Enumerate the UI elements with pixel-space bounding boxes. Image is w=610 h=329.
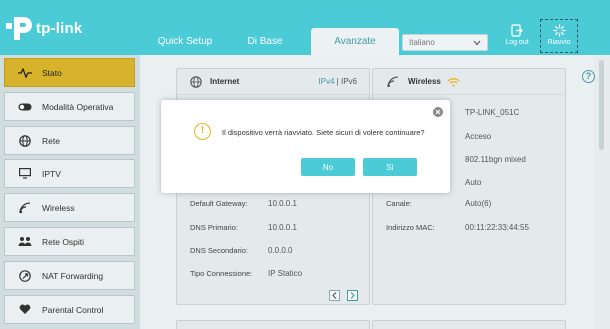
reboot-confirm-dialog: ! Il dispositivo verrà riavviato. Siete … (161, 100, 450, 193)
yes-button[interactable]: Sì (363, 158, 417, 176)
field-value: 10.0.0.1 (268, 223, 297, 232)
wifi-signal-icon (447, 77, 460, 87)
nat-icon (18, 269, 32, 283)
sidebar-item-label: Wireless (42, 202, 75, 213)
wireless-card-header: Wireless (373, 69, 565, 95)
ipv6-link[interactable]: IPv6 (341, 77, 357, 86)
warning-icon: ! (194, 123, 211, 140)
wireless-title: Wireless (408, 77, 441, 86)
sidebar-item-wireless[interactable]: Wireless (4, 193, 135, 222)
sidebar-item-modalita-operativa[interactable]: Modalità Operativa (4, 92, 135, 121)
internet-title: Internet (210, 77, 240, 86)
help-icon: ? (585, 71, 592, 81)
language-select[interactable]: Italiano (402, 34, 488, 51)
wireless-bandwidth: Auto (465, 178, 482, 187)
sidebar-item-label: IPTV (42, 168, 61, 179)
tab-quick-setup[interactable]: Quick Setup (145, 28, 225, 55)
chevron-down-icon (473, 40, 481, 45)
close-icon (435, 109, 441, 115)
wireless-mode: 802.11bgn mixed (465, 155, 526, 164)
protocol-separator: | (336, 77, 339, 86)
internet-card-header: Internet IPv4 | IPv6 (177, 69, 369, 95)
sidebar-item-label: Rete Ospiti (42, 236, 85, 247)
heart-icon (18, 303, 32, 317)
wifi-icon (18, 201, 32, 215)
sidebar-item-label: Stato (42, 67, 62, 78)
tp-link-logo-icon (6, 17, 32, 40)
sidebar-item-label: Rete (42, 135, 60, 146)
chevron-left-icon (332, 292, 337, 299)
bottom-card-left (176, 320, 370, 329)
field-label: Default Gateway: (190, 199, 248, 208)
prev-page-button[interactable] (329, 290, 340, 301)
field-value: 00:11:22:33:44:55 (465, 223, 529, 232)
help-button[interactable]: ? (582, 70, 595, 83)
wireless-status: Acceso (465, 132, 492, 141)
field-value: Auto(6) (465, 199, 492, 208)
scrollbar-thumb[interactable] (599, 60, 604, 150)
chevron-right-icon (350, 292, 355, 299)
field-value: 10.0.0.1 (268, 199, 297, 208)
brand-logo: tp-link (4, 14, 82, 42)
reboot-label: Riavvio (547, 39, 571, 46)
tab-avanzate[interactable]: Avanzate (311, 28, 399, 55)
pulse-icon (18, 66, 32, 80)
monitor-icon (18, 167, 32, 181)
sidebar-item-rete-ospiti[interactable]: Rete Ospiti (4, 227, 135, 256)
sidebar-item-nat-forwarding[interactable]: NAT Forwarding (4, 261, 135, 290)
logout-icon (511, 24, 523, 37)
globe-icon (190, 75, 202, 88)
field-label: DNS Primario: (190, 223, 238, 232)
bottom-card-right (372, 320, 566, 329)
wifi-icon (387, 76, 399, 87)
field-label: Indirizzo MAC: (386, 223, 435, 232)
logout-button[interactable]: Log out (500, 24, 534, 52)
header: tp-link Quick Setup Di Base Avanzate Ita… (0, 0, 610, 55)
ipv4-link[interactable]: IPv4 (318, 77, 334, 86)
language-selected: Italiano (409, 38, 435, 47)
sidebar-item-parental-control[interactable]: Parental Control (4, 295, 135, 324)
field-label: Tipo Connessione: (190, 269, 253, 278)
sidebar-item-rete[interactable]: Rete (4, 126, 135, 155)
next-page-button[interactable] (347, 290, 358, 301)
sidebar-item-iptv[interactable]: IPTV (4, 159, 135, 188)
logout-label: Log out (505, 39, 529, 46)
close-button[interactable] (433, 107, 443, 117)
sidebar-item-label: NAT Forwarding (42, 270, 104, 281)
tab-di-base[interactable]: Di Base (225, 28, 305, 55)
wireless-ssid: TP-LINK_051C (465, 108, 520, 117)
brand-name: tp-link (36, 19, 83, 37)
spinner-icon (552, 24, 566, 37)
users-icon (18, 235, 32, 249)
sidebar-item-label: Modalità Operativa (42, 101, 114, 112)
sidebar-item-stato[interactable]: Stato (4, 58, 135, 87)
sidebar-item-label: Parental Control (42, 304, 104, 315)
protocol-switch: IPv4 | IPv6 (318, 77, 357, 86)
toggle-icon (18, 100, 32, 114)
field-label: Canale: (386, 199, 412, 208)
field-value: 0.0.0.0 (268, 246, 293, 255)
sidebar: Stato Modalità Operativa Rete IPTV Wirel… (0, 55, 140, 329)
reboot-button[interactable]: Riavvio (540, 19, 578, 53)
field-label: DNS Secondario: (190, 246, 248, 255)
no-button[interactable]: No (301, 158, 355, 176)
globe-icon (18, 134, 32, 148)
dialog-message: Il dispositivo verrà riavviato. Siete si… (222, 128, 425, 137)
main-tabs: Quick Setup Di Base Avanzate (145, 28, 399, 55)
field-value: IP Statico (268, 269, 303, 278)
